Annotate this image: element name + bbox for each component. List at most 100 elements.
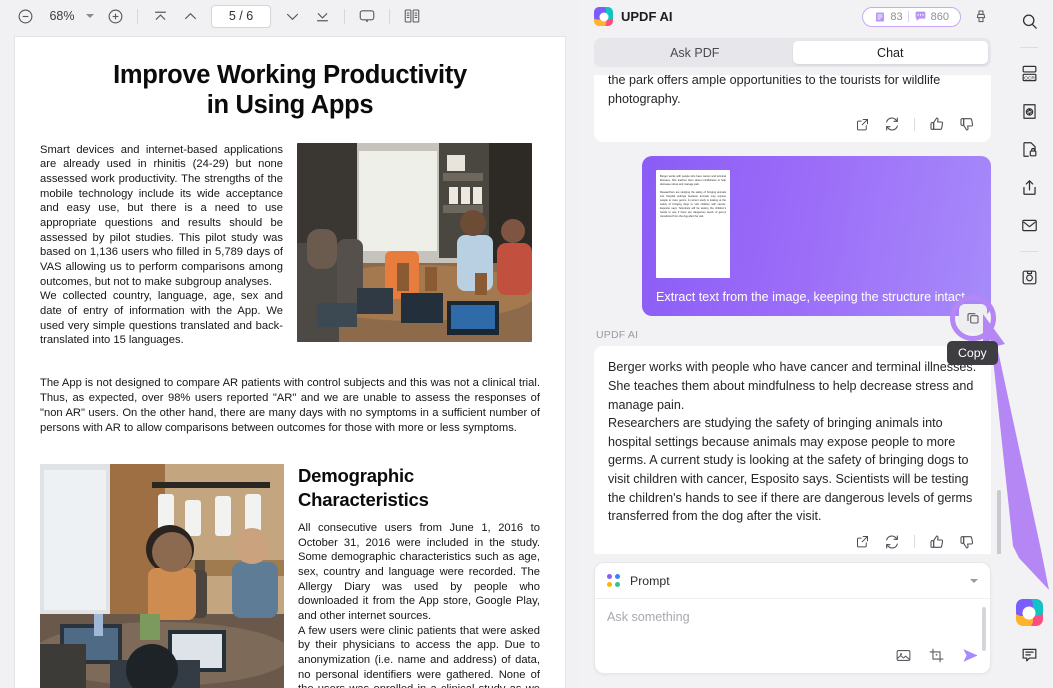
demographic-section: Demographic Characteristics All consecut… (298, 464, 540, 688)
convert-icon[interactable] (1013, 95, 1045, 127)
comment-icon[interactable] (1013, 638, 1045, 670)
four-dots-icon (607, 573, 621, 588)
next-page-button[interactable] (277, 2, 307, 30)
zoom-level-value[interactable]: 68% (40, 9, 84, 23)
prompt-label: Prompt (630, 573, 670, 588)
composer-container: Prompt Ask something (580, 554, 1005, 688)
actions-divider-2 (914, 535, 915, 549)
document-paragraph-4: All consecutive users from June 1, 2016 … (298, 522, 540, 623)
tab-chat[interactable]: Chat (792, 41, 988, 64)
document-paragraph-5: A few users were clinic patients that we… (298, 624, 540, 688)
input-scrollbar-thumb[interactable] (982, 607, 986, 651)
ai-tabs-container: Ask PDF Chat (580, 33, 1005, 75)
meeting-room-laptops-photo (297, 142, 532, 342)
chat-scrollbar-track[interactable] (997, 75, 1003, 554)
document-paragraph-2: We collected country, language, age, sex… (40, 290, 283, 347)
composer-actions (895, 646, 980, 665)
page-title-line2: in Using Apps (206, 90, 374, 119)
copy-icon[interactable] (959, 304, 987, 332)
document-badge-icon (876, 12, 885, 21)
prompt-selector[interactable]: Prompt (595, 563, 990, 599)
chat-input-wrapper[interactable]: Ask something (595, 599, 990, 673)
section-heading: Demographic Characteristics (298, 464, 429, 510)
thumbs-up-icon[interactable] (929, 116, 945, 132)
document-column-text: Smart devices and internet-based applica… (40, 143, 283, 348)
page-number-input[interactable]: 5 / 6 (211, 4, 271, 28)
assistant-paragraph-2: Researchers are studying the safety of b… (608, 416, 973, 524)
assistant-sender-label: UPDF AI (596, 329, 639, 342)
message-actions-2 (608, 526, 977, 554)
document-row-1: Smart devices and internet-based applica… (40, 142, 540, 348)
screenshot-crop-icon[interactable] (928, 647, 945, 664)
chat-count-value: 860 (930, 10, 949, 23)
actions-divider (914, 117, 915, 131)
document-paragraph-3: The App is not designed to compare AR pa… (40, 377, 540, 434)
regenerate-icon-2[interactable] (884, 534, 900, 550)
document-count-badge: 83 (869, 11, 907, 23)
email-icon[interactable] (1013, 209, 1045, 241)
coworking-wooden-room-photo (40, 463, 284, 688)
last-page-button[interactable] (307, 2, 337, 30)
toolbar-divider-2 (344, 8, 345, 24)
page-title: Improve Working Productivity in Using Ap… (40, 61, 540, 121)
insert-image-icon[interactable] (895, 647, 912, 664)
pdf-viewer-pane: 68% 5 / 6 Improve Working Productivity i… (0, 0, 580, 688)
prev-page-button[interactable] (175, 2, 205, 30)
share-icon[interactable] (1013, 171, 1045, 203)
brush-clear-icon (976, 10, 986, 22)
thumbs-up-icon-2[interactable] (929, 534, 945, 550)
chat-message-list[interactable]: the park offers ample opportunities to t… (580, 75, 1005, 554)
assistant-message-truncated: the park offers ample opportunities to t… (594, 75, 991, 143)
ai-panel-title: UPDF AI (621, 9, 673, 24)
zoom-out-button[interactable] (10, 2, 40, 30)
user-message-text: Extract text from the image, keeping the… (656, 290, 969, 305)
presentation-mode-button[interactable] (352, 2, 382, 30)
ai-tabs: Ask PDF Chat (594, 38, 991, 67)
document-count-value: 83 (890, 10, 903, 23)
chat-badge-icon (915, 11, 926, 21)
right-tool-rail: OCR (1005, 0, 1053, 688)
thumbs-down-icon[interactable] (959, 116, 975, 132)
zoom-dropdown-chevron-down-icon[interactable] (86, 14, 94, 18)
prompt-chevron-down-icon[interactable] (970, 578, 978, 583)
first-page-button[interactable] (145, 2, 175, 30)
send-icon[interactable] (961, 646, 980, 665)
message-actions (608, 108, 977, 136)
usage-badges: 83 860 (862, 6, 961, 27)
toolbar-divider-3 (389, 8, 390, 24)
save-icon[interactable] (1013, 261, 1045, 293)
updf-ai-logo-icon (594, 7, 613, 26)
assistant-message-text: the park offers ample opportunities to t… (608, 75, 941, 106)
export-icon[interactable] (855, 117, 870, 132)
search-icon[interactable] (1013, 5, 1045, 37)
export-icon-2[interactable] (855, 534, 870, 549)
ai-panel: UPDF AI 83 860 Ask PDF Chat the park off… (580, 0, 1053, 688)
ai-panel-header: UPDF AI 83 860 (580, 0, 1005, 33)
user-message-attachment-thumbnail[interactable]: Berger works with people who have cancer… (656, 170, 730, 279)
tab-ask-pdf[interactable]: Ask PDF (597, 41, 793, 64)
zoom-in-button[interactable] (100, 2, 130, 30)
document-row-2: Demographic Characteristics All consecut… (40, 463, 540, 688)
user-message: Berger works with people who have cancer… (642, 156, 991, 317)
pdf-scroll-container[interactable]: Improve Working Productivity in Using Ap… (0, 32, 580, 688)
chat-count-badge: 860 (909, 10, 954, 23)
chat-input[interactable]: Ask something (607, 610, 978, 624)
chat-scrollbar-thumb[interactable] (997, 490, 1001, 554)
clear-chat-button[interactable] (969, 5, 993, 29)
dual-page-view-button[interactable] (397, 2, 427, 30)
updf-app-window: 68% 5 / 6 Improve Working Productivity i… (0, 0, 1053, 688)
thumbs-down-icon-2[interactable] (959, 534, 975, 550)
rail-divider-1 (1020, 47, 1038, 48)
pdf-page: Improve Working Productivity in Using Ap… (15, 37, 565, 688)
updf-ai-logo-icon[interactable] (1015, 599, 1043, 626)
protect-icon[interactable] (1013, 133, 1045, 165)
document-paragraph-1: Smart devices and internet-based applica… (40, 143, 283, 288)
pdf-toolbar: 68% 5 / 6 (0, 0, 580, 32)
regenerate-icon[interactable] (884, 116, 900, 132)
ocr-icon[interactable]: OCR (1013, 57, 1045, 89)
toolbar-divider (137, 8, 138, 24)
svg-text:OCR: OCR (1024, 75, 1035, 81)
assistant-paragraph-1: Berger works with people who have cancer… (608, 360, 977, 412)
rail-divider-2 (1020, 251, 1038, 252)
attachment-thumbnail-text: Berger works with people who have cancer… (660, 175, 726, 219)
